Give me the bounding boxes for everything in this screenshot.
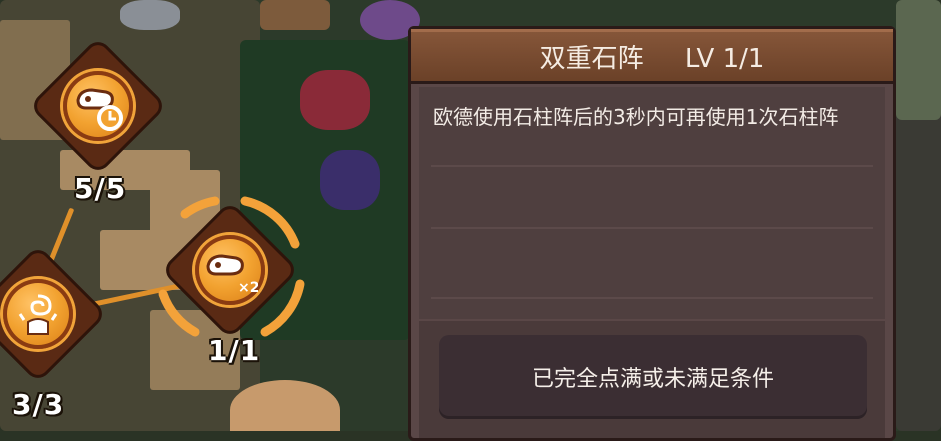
fist-clock-icon — [76, 88, 123, 131]
skill-description-area: 欧德使用石柱阵后的3秒内可再使用1次石柱阵 — [419, 87, 885, 319]
skill-node-selected[interactable]: ×2 — [164, 204, 296, 336]
spiral-pillar-icon — [18, 294, 58, 335]
x2-label: ×2 — [238, 280, 258, 296]
fist-x2-icon: ×2 — [206, 254, 258, 296]
skill-detail-panel: 双重石阵 LV 1/1 欧德使用石柱阵后的3秒内可再使用1次石柱阵 已完全点满或… — [408, 26, 896, 441]
skill-node-top[interactable] — [32, 40, 164, 172]
skill-count-left: 3/3 — [12, 388, 65, 421]
divider — [431, 227, 873, 229]
skill-node-left[interactable] — [0, 248, 104, 380]
panel-header: 双重石阵 LV 1/1 — [411, 29, 893, 84]
skill-description: 欧德使用石柱阵后的3秒内可再使用1次石柱阵 — [433, 105, 839, 129]
divider — [431, 297, 873, 299]
skill-count-top: 5/5 — [74, 172, 127, 205]
action-area: 已完全点满或未满足条件 — [419, 321, 885, 438]
skill-title: 双重石阵 LV 1/1 — [539, 44, 765, 74]
upgrade-status-button[interactable]: 已完全点满或未满足条件 — [439, 335, 867, 419]
skill-count-selected: 1/1 — [208, 334, 261, 367]
divider — [431, 165, 873, 167]
